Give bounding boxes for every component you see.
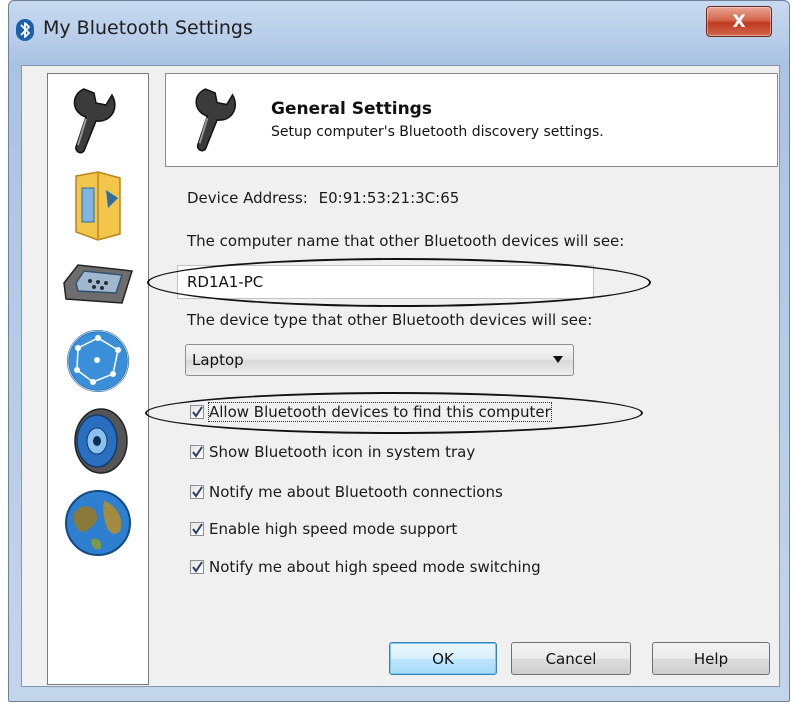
speaker-icon xyxy=(74,408,128,474)
option-label: Notify me about Bluetooth connections xyxy=(209,483,503,501)
option-high-speed-notify[interactable]: Notify me about high speed mode switchin… xyxy=(190,555,541,579)
client-area: General Settings Setup computer's Blueto… xyxy=(21,65,780,687)
checkmark-icon xyxy=(192,406,203,418)
section-title: General Settings xyxy=(271,99,432,119)
option-label: Show Bluetooth icon in system tray xyxy=(209,443,476,461)
wrench-icon xyxy=(73,88,116,154)
computer-name-value: RD1A1-PC xyxy=(187,273,264,291)
sidebar-item-audio[interactable] xyxy=(48,398,148,484)
checkmark-icon xyxy=(192,486,203,498)
sidebar-item-internet[interactable] xyxy=(48,480,148,566)
option-high-speed-support[interactable]: Enable high speed mode support xyxy=(190,517,457,541)
device-type-dropdown[interactable]: Laptop xyxy=(185,344,574,376)
option-notify-connections[interactable]: Notify me about Bluetooth connections xyxy=(190,480,503,504)
header-panel: General Settings Setup computer's Blueto… xyxy=(165,73,778,167)
category-sidebar xyxy=(47,73,149,685)
computer-name-field[interactable]: RD1A1-PC xyxy=(177,265,594,299)
wrench-icon xyxy=(188,84,250,160)
help-button[interactable]: Help xyxy=(652,642,770,675)
checkbox-show-tray-icon[interactable] xyxy=(190,445,204,459)
bluetooth-logo-icon xyxy=(16,19,34,41)
device-address-value: E0:91:53:21:3C:65 xyxy=(318,189,460,207)
close-button[interactable]: X xyxy=(706,6,772,37)
checkmark-icon xyxy=(192,561,203,573)
sidebar-item-network[interactable] xyxy=(48,318,148,404)
serial-port-icon xyxy=(63,264,133,304)
option-label: Enable high speed mode support xyxy=(209,520,458,538)
sidebar-item-general[interactable] xyxy=(48,78,148,164)
title-bar: My Bluetooth Settings X xyxy=(9,1,789,61)
device-type-label: The device type that other Bluetooth dev… xyxy=(187,311,593,329)
device-address-label: Device Address: xyxy=(187,189,308,207)
option-allow-discovery[interactable]: Allow Bluetooth devices to find this com… xyxy=(190,400,552,424)
checkbox-notify-connections[interactable] xyxy=(190,485,204,499)
option-show-tray-icon[interactable]: Show Bluetooth icon in system tray xyxy=(190,440,475,464)
network-globe-icon xyxy=(67,330,129,392)
checkbox-high-speed-support[interactable] xyxy=(190,522,204,536)
bluetooth-settings-window: My Bluetooth Settings X General Settings… xyxy=(8,0,790,702)
sidebar-item-file-transfer[interactable] xyxy=(48,162,148,248)
option-label: Allow Bluetooth devices to find this com… xyxy=(208,402,552,422)
dropdown-arrow-icon xyxy=(553,356,563,363)
checkmark-icon xyxy=(192,446,203,458)
checkmark-icon xyxy=(192,523,203,535)
checkbox-high-speed-notify[interactable] xyxy=(190,560,204,574)
checkbox-allow-discovery[interactable] xyxy=(190,405,204,419)
device-type-value: Laptop xyxy=(192,351,244,369)
cancel-button[interactable]: Cancel xyxy=(511,642,631,675)
option-label: Notify me about high speed mode switchin… xyxy=(209,558,541,576)
earth-globe-icon xyxy=(65,490,131,556)
window-title: My Bluetooth Settings xyxy=(43,17,253,39)
ok-button[interactable]: OK xyxy=(389,642,497,675)
device-address-row: Device Address: E0:91:53:21:3C:65 xyxy=(187,189,459,207)
folder-icon xyxy=(75,171,121,241)
computer-name-label: The computer name that other Bluetooth d… xyxy=(187,232,625,250)
section-subtitle: Setup computer's Bluetooth discovery set… xyxy=(271,124,604,140)
